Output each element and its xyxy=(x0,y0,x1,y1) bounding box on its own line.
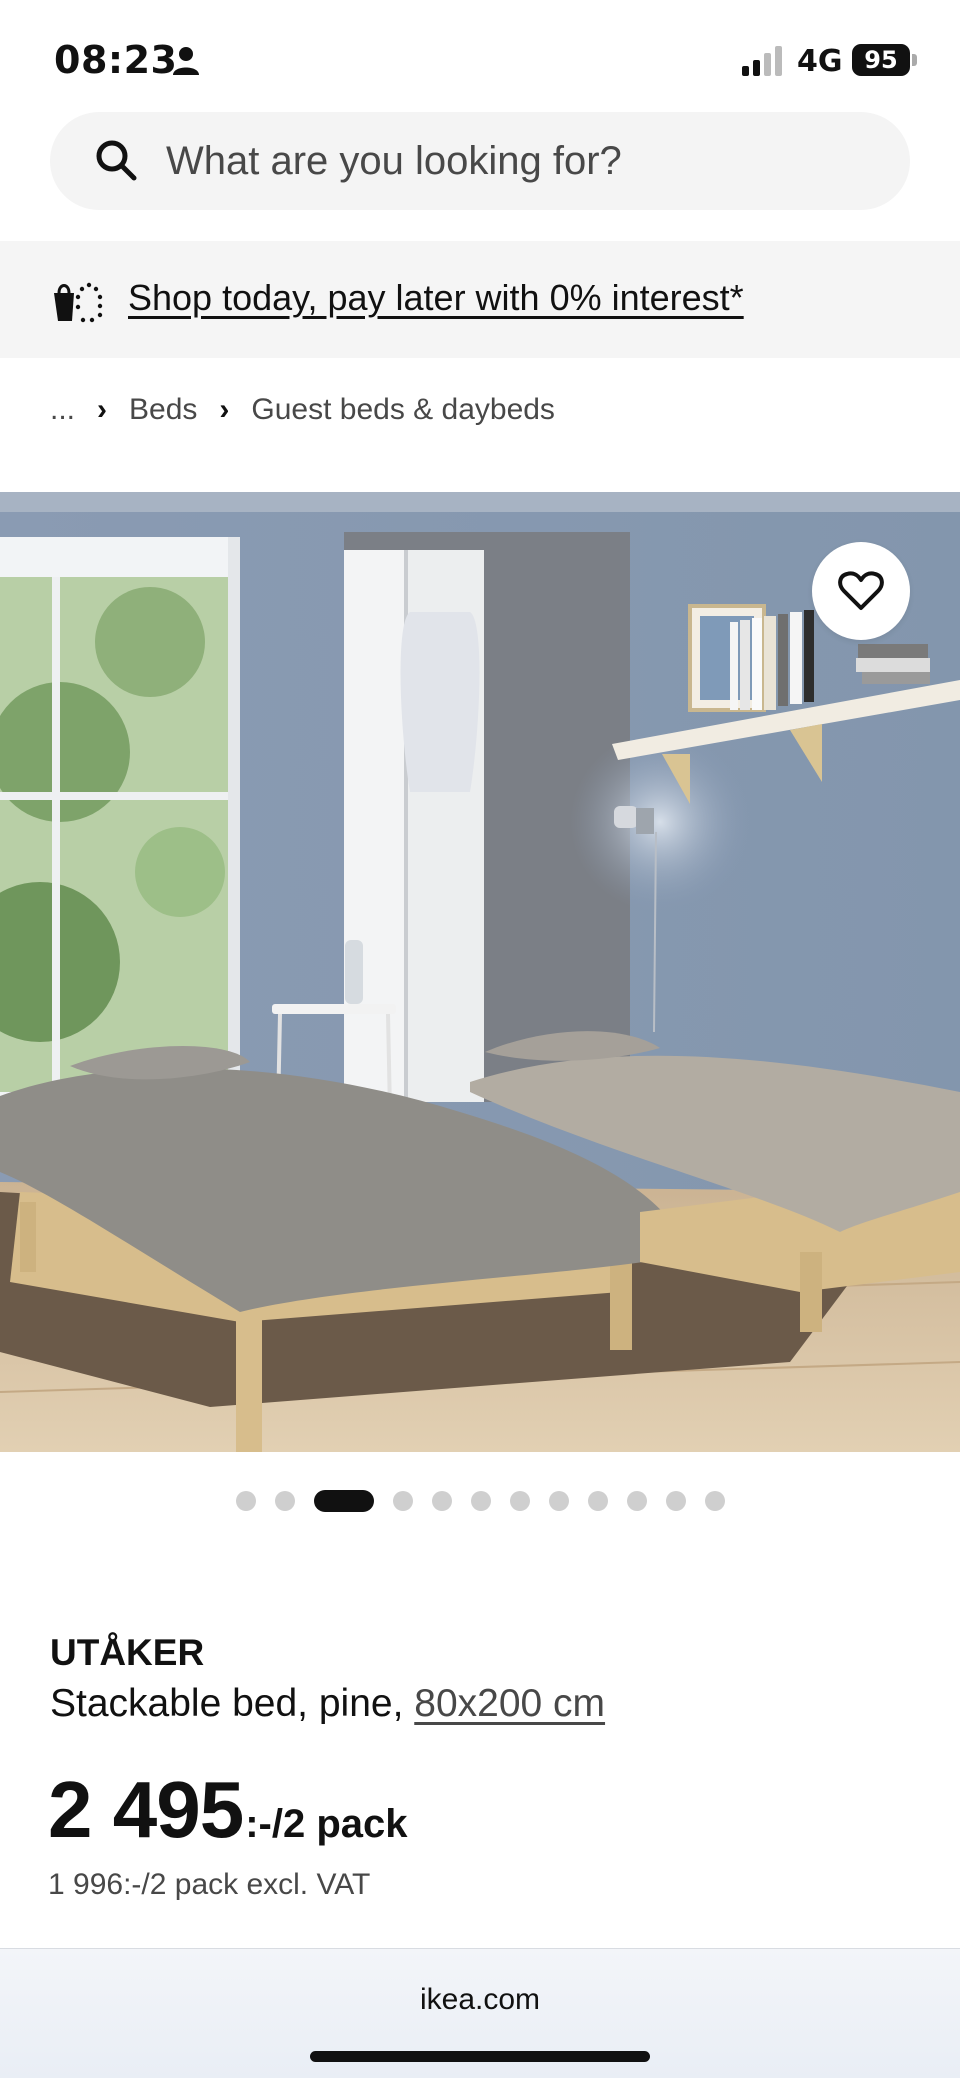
carousel-dot[interactable] xyxy=(432,1491,452,1511)
carousel-dot[interactable] xyxy=(393,1491,413,1511)
carousel-dot[interactable] xyxy=(627,1491,647,1511)
carousel-dot-active[interactable] xyxy=(314,1490,374,1512)
product-size-link[interactable]: 80x200 cm xyxy=(414,1682,605,1725)
person-icon xyxy=(173,47,199,75)
carousel-indicator xyxy=(0,1490,960,1512)
status-bar: 08:23 4G 95 xyxy=(0,0,960,118)
bedroom-illustration xyxy=(0,492,960,1452)
breadcrumb-ellipsis[interactable]: ... xyxy=(50,393,75,427)
product-description: Stackable bed, pine, 80x200 cm xyxy=(50,1682,605,1726)
carousel-dot[interactable] xyxy=(236,1491,256,1511)
promo-banner[interactable]: Shop today, pay later with 0% interest* xyxy=(0,241,960,358)
heart-icon xyxy=(838,571,884,610)
shopping-bag-icon xyxy=(54,282,103,323)
battery-level: 95 xyxy=(864,46,898,74)
carousel-dot[interactable] xyxy=(510,1491,530,1511)
breadcrumb-guest-beds[interactable]: Guest beds & daybeds xyxy=(251,393,555,427)
carousel-dot[interactable] xyxy=(705,1491,725,1511)
carousel-dot[interactable] xyxy=(666,1491,686,1511)
promo-link[interactable]: Shop today, pay later with 0% interest* xyxy=(128,277,744,319)
carousel-dot[interactable] xyxy=(588,1491,608,1511)
product-name: UTÅKER xyxy=(50,1632,205,1673)
price-value: 2 495 xyxy=(48,1765,244,1854)
carousel-dot[interactable] xyxy=(275,1491,295,1511)
browser-url[interactable]: ikea.com xyxy=(0,1983,960,2017)
breadcrumb: ... › Beds › Guest beds & daybeds xyxy=(50,390,555,430)
browser-address-bar[interactable]: ikea.com xyxy=(0,1948,960,2078)
network-type: 4G xyxy=(797,44,843,79)
carousel-dot[interactable] xyxy=(549,1491,569,1511)
battery-icon: 95 xyxy=(852,44,910,76)
signal-icon xyxy=(742,46,782,76)
carousel-dot[interactable] xyxy=(471,1491,491,1511)
product-price: 2 495 :-/2 pack xyxy=(48,1764,408,1856)
status-time: 08:23 xyxy=(54,38,178,82)
favorite-button[interactable] xyxy=(812,542,910,640)
search-bar[interactable] xyxy=(50,112,910,210)
home-indicator[interactable] xyxy=(310,2051,650,2062)
price-suffix: :-/2 pack xyxy=(245,1802,408,1846)
product-image[interactable] xyxy=(0,492,960,1452)
chevron-right-icon: › xyxy=(97,393,108,426)
battery-tip xyxy=(912,54,917,66)
price-excl-vat: 1 996:-/2 pack excl. VAT xyxy=(48,1868,371,1901)
chevron-right-icon: › xyxy=(219,393,230,426)
product-description-text: Stackable bed, pine, xyxy=(50,1682,404,1725)
search-icon xyxy=(96,140,137,181)
search-input[interactable] xyxy=(166,112,866,210)
breadcrumb-beds[interactable]: Beds xyxy=(129,393,197,427)
